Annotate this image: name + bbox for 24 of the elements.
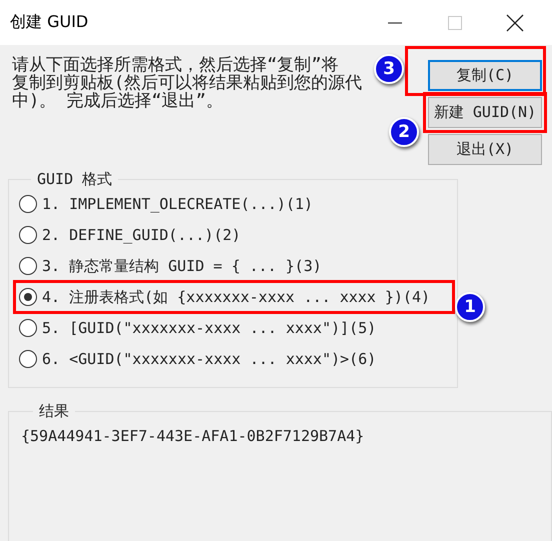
- option-label[interactable]: 1. IMPLEMENT_OLECREATE(...)(1): [42, 195, 313, 213]
- dialog-button[interactable]: 新建 GUID(N): [428, 97, 542, 128]
- group-title: 结果: [38, 402, 70, 421]
- radio-button[interactable]: [19, 350, 37, 368]
- instructions-text: 请从下面选择所需格式，然后选择“复制”将 复制到剪贴板(然后可以将结果粘贴到您的源代 中)。 完成后选择“退出”。: [12, 56, 362, 110]
- callout-badge: 2: [389, 117, 419, 147]
- option-label[interactable]: 3. 静态常量结构 GUID = { ... }(3): [42, 256, 322, 276]
- radio-button[interactable]: [19, 257, 37, 275]
- group-title: GUID 格式: [36, 170, 114, 189]
- radio-button[interactable]: [19, 195, 37, 213]
- option-label[interactable]: 5. [GUID("xxxxxxx-xxxx ... xxxx")](5): [42, 319, 376, 337]
- option-label[interactable]: 2. DEFINE_GUID(...)(2): [42, 226, 241, 244]
- dialog-button[interactable]: 退出(X): [428, 134, 542, 165]
- option-label[interactable]: 4. 注册表格式(如 {xxxxxxx-xxxx ... xxxx })(4): [42, 288, 430, 306]
- guid-value: {59A44941-3EF7-443E-AFA1-0B2F7129B7A4}: [21, 427, 366, 445]
- close-icon[interactable]: [506, 14, 524, 32]
- radio-button[interactable]: [19, 288, 37, 306]
- radio-button[interactable]: [19, 319, 37, 337]
- window-title: 创建 GUID: [10, 12, 90, 33]
- callout-badge: 3: [374, 54, 404, 84]
- option-label[interactable]: 6. <GUID("xxxxxxx-xxxx ... xxxx")>(6): [42, 350, 376, 368]
- callout-badge: 1: [455, 292, 485, 322]
- radio-button[interactable]: [19, 226, 37, 244]
- dialog-button[interactable]: 复制(C): [428, 60, 542, 91]
